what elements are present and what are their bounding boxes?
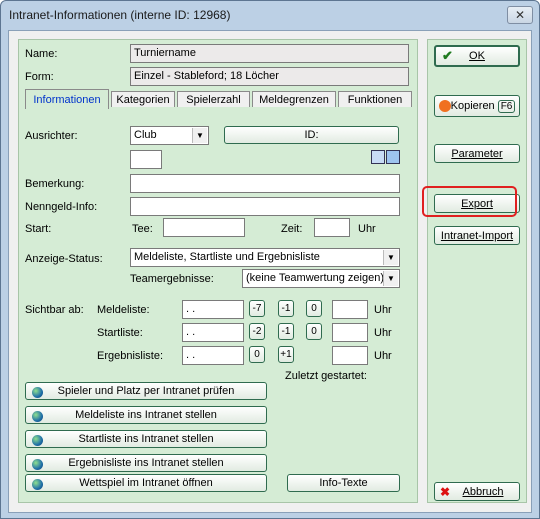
zeit-field[interactable]	[314, 218, 350, 237]
meldeliste-minus7-button[interactable]: -7	[249, 300, 265, 317]
globe-icon	[32, 435, 43, 446]
ergebnisliste-plus1-button[interactable]: +1	[278, 346, 294, 363]
ausrichter-select[interactable]: Club ▼	[130, 126, 209, 145]
ok-button[interactable]: ✔ OK	[434, 45, 520, 67]
tee-label: Tee:	[132, 223, 153, 235]
parameter-label: Parameter	[451, 147, 503, 160]
anzeige-status-value: Meldeliste, Startliste und Ergebnisliste	[134, 251, 320, 263]
tab-funktionen[interactable]: Funktionen	[338, 91, 412, 107]
ausrichter-label: Ausrichter:	[25, 130, 78, 142]
cancel-icon: ✖	[440, 485, 451, 499]
search-icon[interactable]	[386, 150, 400, 164]
startliste-minus1-button[interactable]: -1	[278, 323, 294, 340]
ergebnisliste-uhr-label: Uhr	[374, 350, 392, 362]
abbruch-button[interactable]: ✖ Abbruch	[434, 482, 520, 501]
ergebnisliste-zero-button[interactable]: 0	[249, 346, 265, 363]
startliste-minus2-button[interactable]: -2	[249, 323, 265, 340]
ergebnisliste-ins-intranet-button[interactable]: Ergebnisliste ins Intranet stellen	[25, 454, 267, 472]
zeit-unit-label: Uhr	[358, 223, 376, 235]
wettspiel-im-intranet-oeffnen-button[interactable]: Wettspiel im Intranet öffnen	[25, 474, 267, 492]
ergebnisliste-date-field[interactable]: . .	[182, 346, 244, 365]
teamergebnisse-select[interactable]: (keine Teamwertung zeigen) ▼	[242, 269, 400, 288]
checkmark-icon: ✔	[442, 48, 453, 63]
close-icon: ✕	[514, 8, 526, 22]
tab-meldegrenzen[interactable]: Meldegrenzen	[252, 91, 336, 107]
ergebnisliste-ins-intranet-label: Ergebnisliste ins Intranet stellen	[68, 457, 224, 469]
ergebnisliste-label: Ergebnisliste:	[97, 350, 164, 362]
globe-icon	[32, 387, 43, 398]
main-panel: Name: Turniername Form: Einzel - Stablef…	[18, 39, 418, 503]
tee-field[interactable]	[163, 218, 245, 237]
startliste-ins-intranet-button[interactable]: Startliste ins Intranet stellen	[25, 430, 267, 448]
intranet-import-label: Intranet-Import	[440, 229, 514, 242]
meldeliste-label: Meldeliste:	[97, 304, 150, 316]
globe-icon	[32, 479, 43, 490]
anzeige-status-select[interactable]: Meldeliste, Startliste und Ergebnisliste…	[130, 248, 400, 267]
calendar-icon[interactable]	[371, 150, 385, 164]
ergebnisliste-time-field[interactable]	[332, 346, 368, 365]
startliste-date-field[interactable]: . .	[182, 323, 244, 342]
form-label: Form:	[25, 71, 54, 83]
kopieren-label: Kopieren	[450, 100, 495, 112]
export-highlight-frame	[422, 186, 517, 217]
tab-informationen[interactable]: Informationen	[25, 89, 109, 109]
ausrichter-sub-field[interactable]	[130, 150, 162, 169]
form-field: Einzel - Stableford; 18 Löcher	[130, 67, 409, 86]
globe-icon	[32, 411, 43, 422]
start-label: Start:	[25, 223, 52, 235]
nenngeld-field[interactable]	[130, 197, 400, 216]
startliste-uhr-label: Uhr	[374, 327, 392, 339]
copy-icon	[439, 100, 451, 112]
title-bar[interactable]: Intranet-Informationen (interne ID: 1296…	[1, 1, 539, 29]
sichtbar-ab-label: Sichtbar ab:	[25, 304, 84, 316]
meldeliste-minus1-button[interactable]: -1	[278, 300, 294, 317]
nenngeld-label: Nenngeld-Info:	[25, 201, 98, 213]
kopieren-button[interactable]: Kopieren F6	[434, 95, 520, 117]
startliste-ins-intranet-label: Startliste ins Intranet stellen	[78, 433, 214, 445]
id-button[interactable]: ID:	[224, 126, 399, 144]
meldeliste-uhr-label: Uhr	[374, 304, 392, 316]
startliste-time-field[interactable]	[332, 323, 368, 342]
spieler-platz-pruefen-label: Spieler und Platz per Intranet prüfen	[57, 385, 235, 397]
intranet-import-button[interactable]: Intranet-Import	[434, 226, 520, 245]
zuletzt-gestartet-label: Zuletzt gestartet:	[285, 370, 367, 382]
abbruch-label: Abbruch	[462, 485, 504, 498]
chevron-down-icon: ▼	[383, 250, 398, 265]
anzeige-status-label: Anzeige-Status:	[25, 253, 103, 265]
ok-label: OK	[469, 50, 485, 62]
globe-icon	[32, 459, 43, 470]
zeit-label: Zeit:	[281, 223, 303, 235]
name-field: Turniername	[130, 44, 409, 63]
meldeliste-time-field[interactable]	[332, 300, 368, 319]
spieler-platz-pruefen-button[interactable]: Spieler und Platz per Intranet prüfen	[25, 382, 267, 400]
meldeliste-zero-button[interactable]: 0	[306, 300, 322, 317]
side-panel: ✔ OK Kopieren F6 Parameter Export Intran…	[427, 39, 527, 503]
tab-kategorien[interactable]: Kategorien	[111, 91, 175, 107]
meldeliste-ins-intranet-button[interactable]: Meldeliste ins Intranet stellen	[25, 406, 267, 424]
meldeliste-ins-intranet-label: Meldeliste ins Intranet stellen	[75, 409, 217, 421]
chevron-down-icon: ▼	[383, 271, 398, 286]
bemerkung-label: Bemerkung:	[25, 178, 85, 190]
bemerkung-field[interactable]	[130, 174, 400, 193]
tab-spielerzahl[interactable]: Spielerzahl	[177, 91, 250, 107]
info-texte-button[interactable]: Info-Texte	[287, 474, 400, 492]
wettspiel-im-intranet-oeffnen-label: Wettspiel im Intranet öffnen	[79, 477, 213, 489]
dialog-window: Intranet-Informationen (interne ID: 1296…	[0, 0, 540, 519]
dialog-client-area: Name: Turniername Form: Einzel - Stablef…	[8, 30, 532, 513]
parameter-button[interactable]: Parameter	[434, 144, 520, 163]
startliste-label: Startliste:	[97, 327, 143, 339]
kopieren-shortcut-badge: F6	[497, 99, 516, 113]
name-label: Name:	[25, 48, 58, 60]
ausrichter-value: Club	[134, 129, 157, 141]
window-title: Intranet-Informationen (interne ID: 1296…	[9, 8, 231, 22]
close-button[interactable]: ✕	[507, 6, 533, 24]
teamergebnisse-label: Teamergebnisse:	[130, 273, 214, 285]
meldeliste-date-field[interactable]: . .	[182, 300, 244, 319]
chevron-down-icon: ▼	[192, 128, 207, 143]
startliste-zero-button[interactable]: 0	[306, 323, 322, 340]
teamergebnisse-value: (keine Teamwertung zeigen)	[246, 272, 384, 284]
